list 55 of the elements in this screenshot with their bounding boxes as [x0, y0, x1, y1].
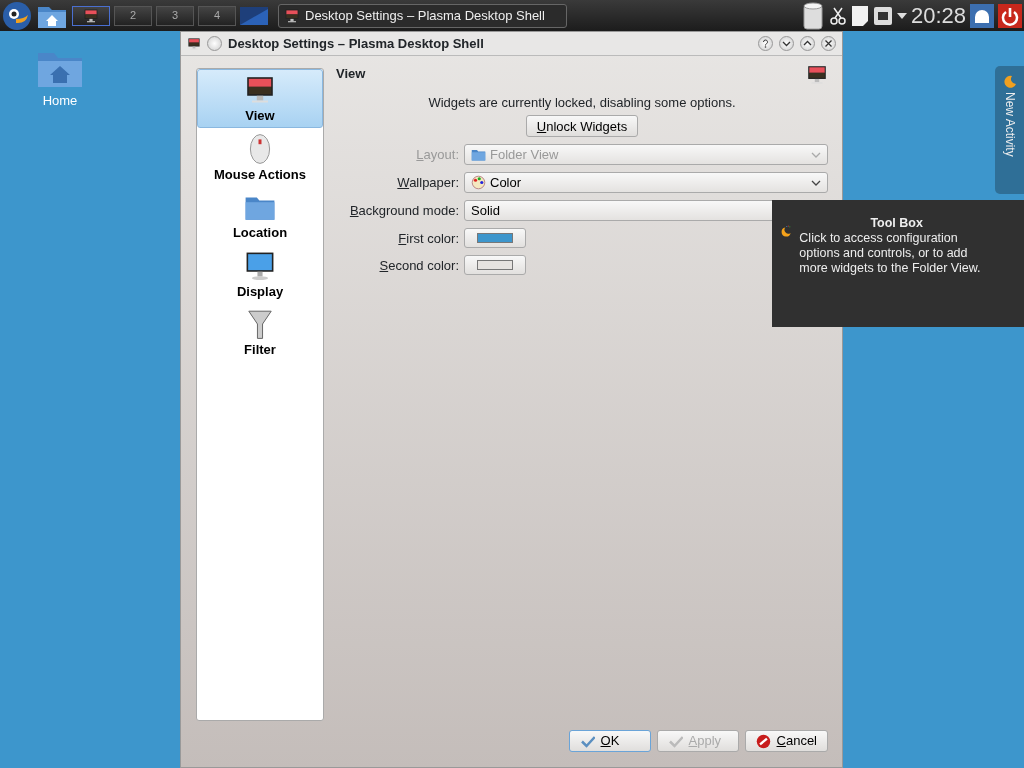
dialog-button[interactable]: OK — [568, 730, 651, 752]
dropdown[interactable]: Color — [464, 172, 828, 194]
network-icon — [872, 4, 893, 27]
close-icon — [824, 39, 833, 49]
dropdown-arrow-icon — [896, 12, 907, 19]
minimize-button[interactable] — [779, 36, 794, 51]
monitor-icon — [83, 7, 99, 24]
page-list-item[interactable]: Display — [197, 244, 323, 303]
window-title: Desktop Settings – Plasma Desktop Shell — [228, 34, 484, 53]
scissors-icon — [828, 5, 847, 26]
tooltip-text: Click to access configuration options and controls, or to add more widgets to the Folder View. — [799, 231, 982, 276]
close-button[interactable] — [821, 36, 836, 51]
desktop-pager-button[interactable]: 2 — [114, 5, 152, 26]
power-icon — [998, 3, 1022, 28]
check-icon — [579, 733, 595, 749]
unlock-widgets-button[interactable]: Unlock Widgets — [525, 115, 639, 138]
field-label: Background mode: — [348, 202, 460, 220]
page-list-item[interactable]: View — [197, 69, 323, 128]
palette-icon — [471, 175, 486, 191]
page-list-item[interactable]: Location — [197, 186, 323, 245]
desktop-preview-icon — [240, 5, 268, 26]
caret-icon — [811, 179, 821, 186]
lock-screen-icon — [970, 3, 994, 28]
monitor-icon — [806, 64, 828, 86]
caret-icon — [811, 151, 821, 158]
tooltip-title: Tool Box — [869, 216, 924, 231]
desktop-pager-button[interactable]: 4 — [198, 5, 236, 26]
desktop-pager-button[interactable] — [72, 5, 110, 26]
dialog-button[interactable]: Cancel — [744, 730, 828, 752]
task-button[interactable]: Desktop Settings – Plasma Desktop Shell — [278, 3, 567, 28]
monitor-icon — [284, 7, 300, 24]
moon-icon — [1002, 74, 1017, 88]
color-button[interactable] — [464, 228, 526, 249]
chevron-down-icon — [782, 39, 791, 49]
check-icon — [667, 733, 683, 749]
note-icon — [850, 4, 869, 27]
activity-tab[interactable]: New Activity — [995, 66, 1024, 194]
field-label: Layout: — [415, 146, 460, 164]
field-label: Wallpaper: — [396, 174, 460, 192]
desktop-pager-button[interactable]: 3 — [156, 5, 194, 26]
monitor-icon — [187, 36, 201, 51]
page-list-item[interactable]: Mouse Actions — [197, 127, 323, 186]
help-icon — [761, 39, 770, 49]
field-label: First color: — [397, 229, 460, 248]
page-list-item[interactable]: Filter — [197, 303, 323, 362]
clock-text: 20:28 — [910, 4, 966, 27]
notice-text: Widgets are currently locked, disabling some options. — [427, 93, 737, 112]
cancel-icon — [755, 733, 771, 749]
help-button[interactable] — [758, 36, 773, 51]
field-label: Second color: — [378, 256, 460, 275]
section-heading: View — [336, 65, 366, 83]
folder-icon — [471, 147, 486, 163]
color-button[interactable] — [464, 255, 526, 276]
maximize-button[interactable] — [800, 36, 815, 51]
launcher-icon — [2, 0, 32, 31]
